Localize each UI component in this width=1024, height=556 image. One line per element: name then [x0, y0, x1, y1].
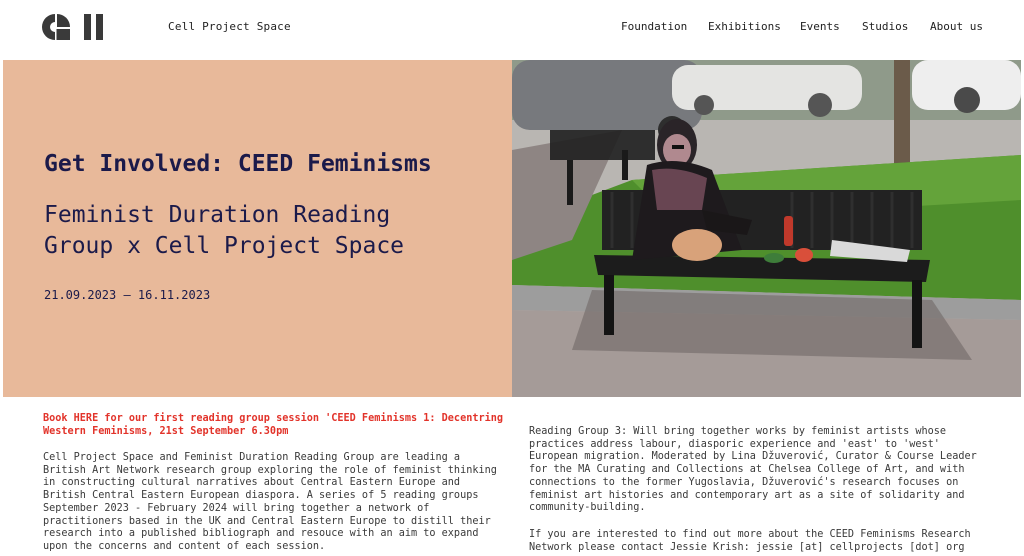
- subtitle-line-2: Group x Cell Project Space: [44, 233, 405, 259]
- nav-about-us[interactable]: About us: [930, 20, 983, 33]
- page-title: Get Involved: CEED Feminisms: [44, 151, 432, 177]
- page-subtitle: Feminist Duration Reading Group x Cell P…: [44, 200, 504, 262]
- nav-events[interactable]: Events: [800, 20, 840, 33]
- content-column-right: Reading Group 3: Will bring together wor…: [529, 426, 989, 554]
- intro-paragraph: Cell Project Space and Feminist Duration…: [43, 452, 497, 552]
- reading-group-3-paragraph: Reading Group 3: Will bring together wor…: [529, 426, 977, 514]
- nav-studios[interactable]: Studios: [862, 20, 908, 33]
- content-column-left: Book HERE for our first reading group se…: [43, 412, 503, 554]
- contact-paragraph: If you are interested to find out more a…: [529, 528, 971, 553]
- site-header: Cell Project Space Foundation Exhibition…: [0, 0, 1024, 60]
- book-session-link[interactable]: Book HERE for our first reading group se…: [43, 412, 503, 438]
- nav-exhibitions[interactable]: Exhibitions: [708, 20, 781, 33]
- hero-photo: [512, 60, 1021, 397]
- hero-text-panel: Get Involved: CEED Feminisms Feminist Du…: [3, 60, 512, 397]
- event-dates: 21.09.2023 – 16.11.2023: [44, 288, 211, 302]
- nav-foundation[interactable]: Foundation: [621, 20, 687, 33]
- subtitle-line-1: Feminist Duration Reading: [44, 202, 391, 228]
- main-nav: Foundation Exhibitions Events Studios Ab…: [0, 20, 1024, 36]
